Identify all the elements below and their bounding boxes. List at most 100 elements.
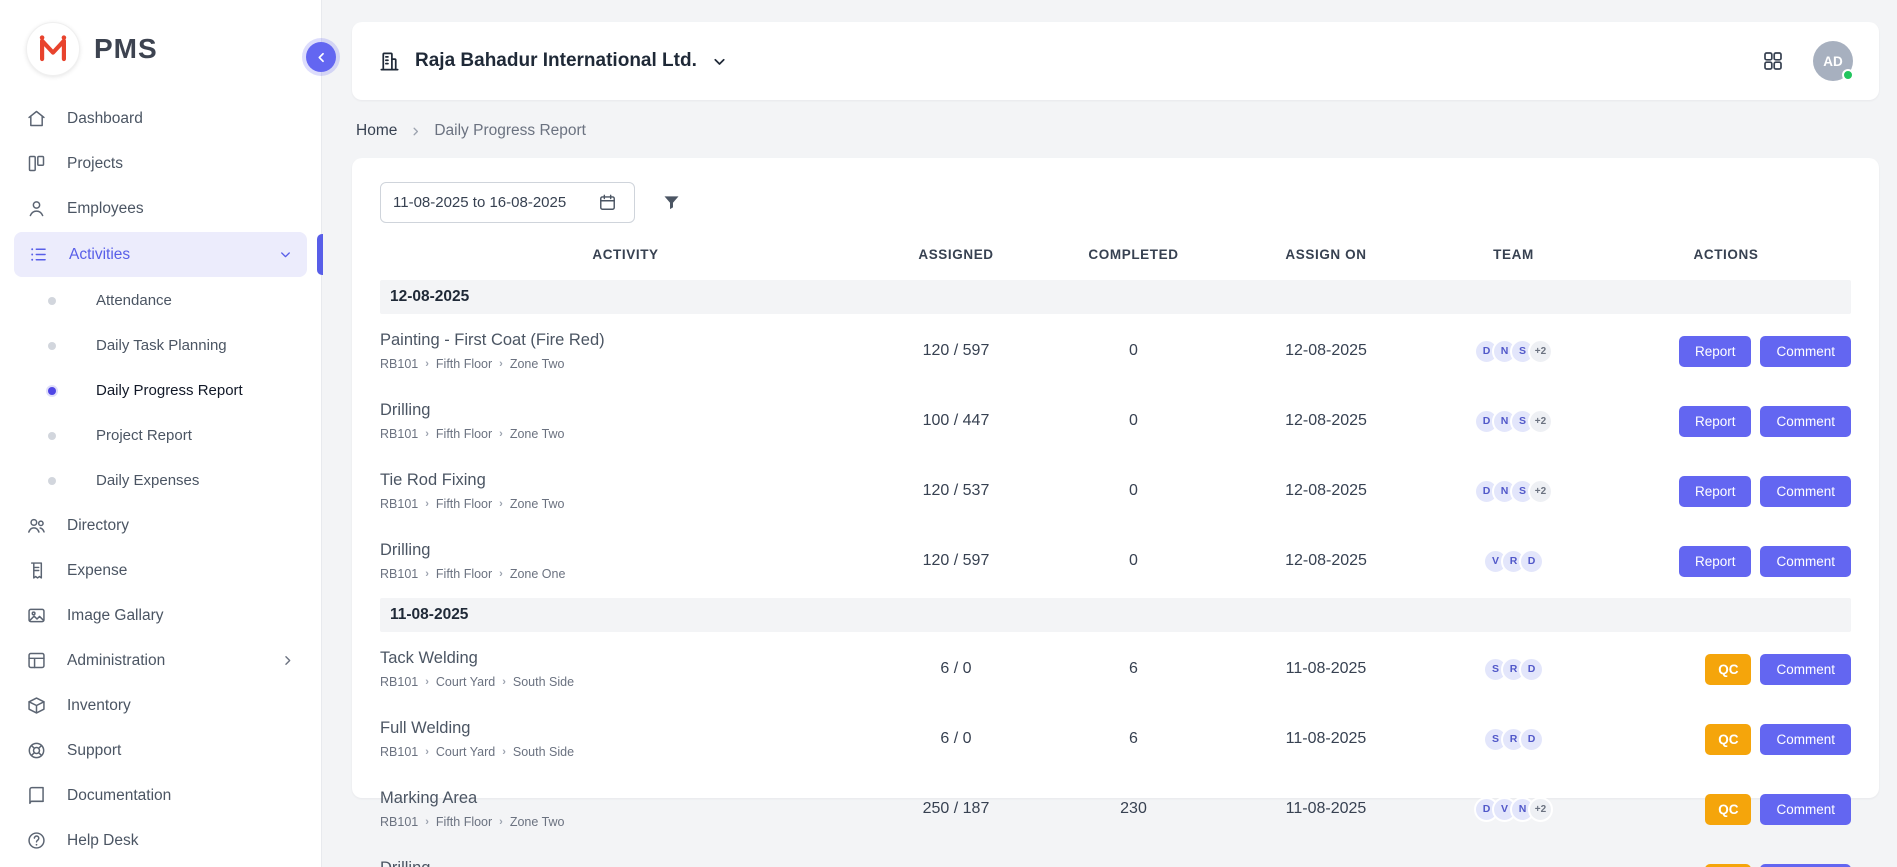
chevron-right-icon: ›: [425, 676, 429, 688]
qc-button[interactable]: QC: [1705, 864, 1751, 867]
chevron-right-icon: ›: [425, 428, 429, 440]
activity-title: Drilling: [380, 401, 861, 420]
team-avatars: D N S +2: [1426, 479, 1601, 504]
chevron-right-icon: [409, 125, 422, 138]
path-project: RB101: [380, 497, 418, 511]
activity-path: RB101› Fifth Floor› Zone Two: [380, 427, 861, 441]
assign-on-value: 11-08-2025: [1226, 660, 1426, 678]
path-floor: Fifth Floor: [436, 567, 492, 581]
sidebar-item-inventory[interactable]: Inventory: [0, 683, 321, 728]
comment-button[interactable]: Comment: [1760, 864, 1851, 867]
sidebar-item-activities[interactable]: Activities: [14, 232, 307, 277]
sidebar-item-label: Projects: [67, 155, 123, 173]
sidebar-item-dashboard[interactable]: Dashboard: [0, 96, 321, 141]
table-row: Painting - First Coat (Fire Red) RB101› …: [380, 316, 1851, 386]
activity-title: Drilling: [380, 541, 861, 560]
sidebar-subitem-daily-expenses[interactable]: Daily Expenses: [0, 458, 321, 503]
filter-funnel-icon[interactable]: [661, 192, 682, 213]
company-selector[interactable]: Raja Bahadur International Ltd.: [378, 50, 728, 73]
team-avatars: S R D: [1426, 727, 1601, 752]
receipt-icon: [26, 560, 47, 581]
chevron-right-icon: ›: [425, 568, 429, 580]
date-range-picker[interactable]: [380, 182, 635, 223]
bullet-dot-icon: [48, 477, 56, 485]
date-range-input[interactable]: [393, 194, 588, 211]
chevron-right-icon: ›: [499, 568, 503, 580]
sidebar-item-administration[interactable]: Administration: [0, 638, 321, 683]
header-actions: AD: [1761, 41, 1853, 81]
sidebar-item-documentation[interactable]: Documentation: [0, 773, 321, 818]
column-header-team: Team: [1426, 247, 1601, 262]
report-button[interactable]: Report: [1679, 476, 1752, 507]
sidebar-item-label: Inventory: [67, 697, 131, 715]
sidebar-subitem-attendance[interactable]: Attendance: [0, 278, 321, 323]
comment-button[interactable]: Comment: [1760, 546, 1851, 577]
path-project: RB101: [380, 815, 418, 829]
breadcrumb-home-link[interactable]: Home: [356, 122, 397, 140]
home-icon: [26, 108, 47, 129]
report-button[interactable]: Report: [1679, 406, 1752, 437]
sidebar-item-projects[interactable]: Projects: [0, 141, 321, 186]
sidebar-item-directory[interactable]: Directory: [0, 503, 321, 548]
lifebuoy-icon: [26, 740, 47, 761]
comment-button[interactable]: Comment: [1760, 654, 1851, 685]
chevron-down-icon: [278, 247, 293, 262]
qc-button[interactable]: QC: [1705, 794, 1751, 825]
comment-button[interactable]: Comment: [1760, 406, 1851, 437]
layout-icon: [26, 650, 47, 671]
image-icon: [26, 605, 47, 626]
sidebar-item-help-desk[interactable]: Help Desk: [0, 818, 321, 863]
chevron-right-icon: ›: [425, 816, 429, 828]
completed-value: 0: [1041, 342, 1226, 360]
sidebar-item-label: Support: [67, 742, 121, 760]
team-avatars: D V N +2: [1426, 797, 1601, 822]
sidebar-item-expense[interactable]: Expense: [0, 548, 321, 593]
sidebar-subitem-label: Attendance: [96, 292, 172, 309]
activity-title: Marking Area: [380, 789, 861, 808]
team-avatars: V R D: [1426, 549, 1601, 574]
sidebar-subitem-project-report[interactable]: Project Report: [0, 413, 321, 458]
sidebar-item-label: Administration: [67, 652, 165, 670]
team-avatars: D N S +2: [1426, 339, 1601, 364]
comment-button[interactable]: Comment: [1760, 476, 1851, 507]
team-member-avatar: D: [1519, 727, 1544, 752]
box-icon: [26, 695, 47, 716]
qc-button[interactable]: QC: [1705, 724, 1751, 755]
book-icon: [26, 785, 47, 806]
assign-on-value: 12-08-2025: [1226, 482, 1426, 500]
kanban-icon: [26, 153, 47, 174]
sidebar-subitem-daily-progress-report[interactable]: Daily Progress Report: [0, 368, 321, 413]
activity-path: RB101› Court Yard› South Side: [380, 745, 861, 759]
user-avatar[interactable]: AD: [1813, 41, 1853, 81]
path-floor: Fifth Floor: [436, 357, 492, 371]
sidebar-item-employees[interactable]: Employees: [0, 186, 321, 231]
users-icon: [26, 515, 47, 536]
qc-button[interactable]: QC: [1705, 654, 1751, 685]
comment-button[interactable]: Comment: [1760, 794, 1851, 825]
report-button[interactable]: Report: [1679, 546, 1752, 577]
report-card: Activity Assigned Completed Assign On Te…: [352, 158, 1879, 798]
sidebar-item-label: Expense: [67, 562, 127, 580]
bullet-dot-icon: [48, 342, 56, 350]
chevron-right-icon: ›: [502, 676, 506, 688]
path-floor: Court Yard: [436, 675, 495, 689]
sidebar-item-support[interactable]: Support: [0, 728, 321, 773]
chevron-right-icon: ›: [425, 746, 429, 758]
assigned-value: 6 / 0: [871, 660, 1041, 678]
activity-title: Painting - First Coat (Fire Red): [380, 331, 861, 350]
sidebar-item-image-gallery[interactable]: Image Gallary: [0, 593, 321, 638]
filter-row: [380, 182, 1851, 223]
path-zone: Zone One: [510, 567, 566, 581]
table-row: Full Welding RB101› Court Yard› South Si…: [380, 704, 1851, 774]
completed-value: 6: [1041, 730, 1226, 748]
top-header: Raja Bahadur International Ltd. AD: [352, 22, 1879, 100]
apps-grid-icon[interactable]: [1761, 49, 1785, 73]
comment-button[interactable]: Comment: [1760, 724, 1851, 755]
comment-button[interactable]: Comment: [1760, 336, 1851, 367]
sidebar-subitem-daily-task-planning[interactable]: Daily Task Planning: [0, 323, 321, 368]
activity-path: RB101› Court Yard› South Side: [380, 675, 861, 689]
table-row: Drilling RB101› Fifth Floor› Zone Two 12…: [380, 844, 1851, 867]
path-floor: Fifth Floor: [436, 427, 492, 441]
report-button[interactable]: Report: [1679, 336, 1752, 367]
sidebar-collapse-button[interactable]: [306, 42, 336, 72]
